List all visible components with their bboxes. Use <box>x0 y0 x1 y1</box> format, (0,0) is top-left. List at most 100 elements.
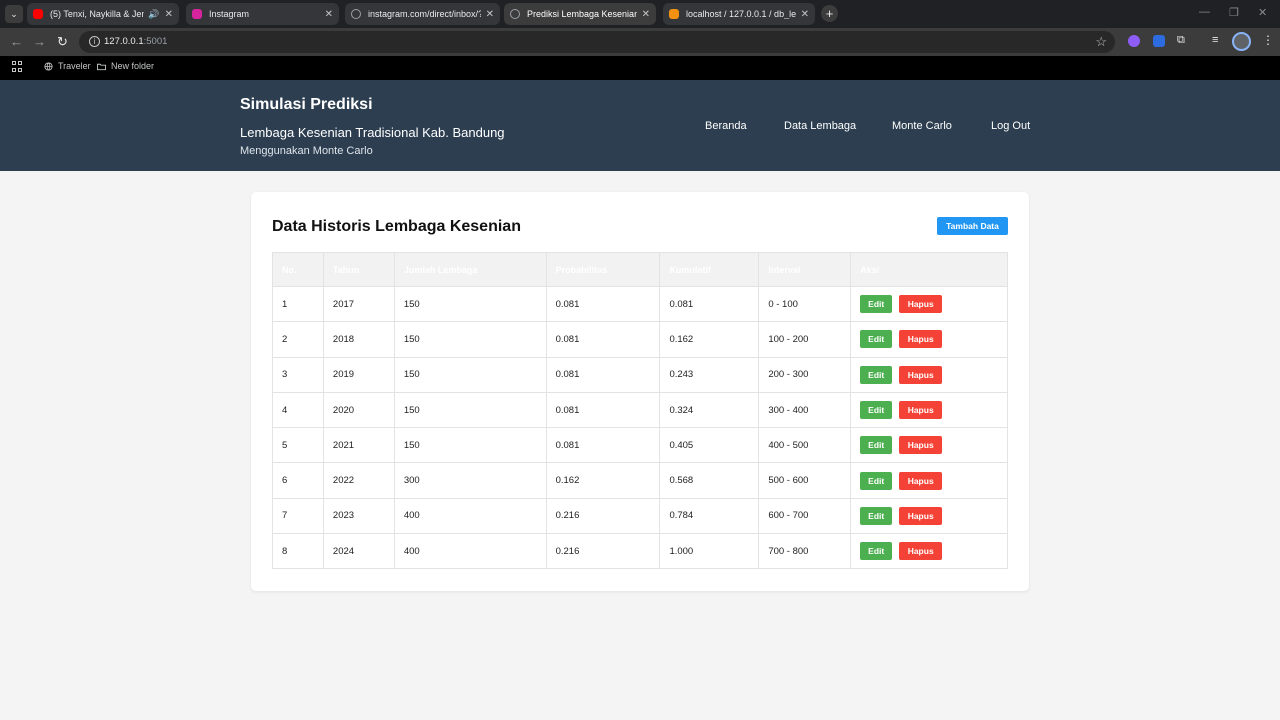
extension-shield-icon[interactable] <box>1153 35 1165 47</box>
edit-button[interactable]: Edit <box>860 542 893 561</box>
action-cell: Edit Hapus <box>850 356 1008 393</box>
phpmyadmin-icon <box>669 9 679 19</box>
browser-tab[interactable]: Prediksi Lembaga Kesenian Trad ✕ <box>504 3 656 25</box>
bookmarks-bar: Traveler New folder <box>0 56 1280 80</box>
delete-button[interactable]: Hapus <box>899 295 943 314</box>
table-cell: 300 - 400 <box>758 391 852 429</box>
tab-title: Prediksi Lembaga Kesenian Trad <box>527 9 637 19</box>
delete-button[interactable]: Hapus <box>899 436 943 455</box>
table-cell: 2021 <box>322 427 395 464</box>
table-cell: 2017 <box>322 285 395 323</box>
extensions-puzzle-icon[interactable]: ⧉ <box>1177 34 1185 47</box>
browser-tab[interactable]: (5) Tenxi, Naykilla & Jemsii 🔊 ✕ <box>27 3 179 25</box>
nav-beranda[interactable]: Beranda <box>705 120 747 132</box>
globe-icon <box>351 9 361 19</box>
forward-icon[interactable]: → <box>33 34 46 50</box>
site-header: Simulasi Prediksi Lembaga Kesenian Tradi… <box>0 80 1280 171</box>
table-row: 1 2017 150 0.081 0.081 0 - 100 Edit Hapus <box>272 285 1008 323</box>
reload-icon[interactable]: ↻ <box>57 34 68 50</box>
instagram-icon <box>192 9 202 19</box>
column-header: Aksi <box>850 252 1008 287</box>
delete-button[interactable]: Hapus <box>899 365 943 384</box>
nav-monte-carlo[interactable]: Monte Carlo <box>892 120 952 132</box>
new-tab-button[interactable]: + <box>821 5 838 22</box>
tab-title: Instagram <box>209 9 250 19</box>
url-port: :5001 <box>143 36 168 47</box>
back-icon[interactable]: ← <box>10 34 23 50</box>
nav-data-lembaga[interactable]: Data Lembaga <box>784 120 856 132</box>
tab-audio-icon[interactable]: 🔊 <box>148 9 159 20</box>
extension-gear-icon[interactable] <box>1128 35 1140 47</box>
table-row: 6 2022 300 0.162 0.568 500 - 600 Edit Hapus <box>272 462 1008 499</box>
table-cell: 500 - 600 <box>758 462 852 499</box>
edit-button[interactable]: Edit <box>860 506 893 525</box>
table-cell: 2022 <box>322 462 395 499</box>
edit-button[interactable]: Edit <box>860 471 893 490</box>
address-url: 127.0.0.1:5001 <box>104 36 167 47</box>
close-window-icon[interactable]: ✕ <box>1258 6 1267 19</box>
table-cell: 0.568 <box>659 462 760 499</box>
edit-button[interactable]: Edit <box>860 365 893 384</box>
bookmark-star-icon[interactable]: ☆ <box>1095 34 1107 50</box>
add-data-button[interactable]: Tambah Data <box>937 217 1008 235</box>
history-table: No. Tahun Jumlah Lembaga Probabilitas Kumula… <box>272 252 1008 570</box>
tab-close-icon[interactable]: ✕ <box>642 9 650 20</box>
delete-button[interactable]: Hapus <box>899 471 943 490</box>
bookmark-traveler[interactable]: Traveler <box>44 61 91 71</box>
table-cell: 0.081 <box>545 427 661 464</box>
bookmark-new-folder[interactable]: New folder <box>97 61 154 71</box>
table-cell: 0 - 100 <box>758 285 852 323</box>
table-cell: 4 <box>272 391 324 429</box>
tab-close-icon[interactable]: ✕ <box>165 9 173 20</box>
tab-close-icon[interactable]: ✕ <box>325 9 333 20</box>
table-cell: 1 <box>272 285 324 323</box>
delete-button[interactable]: Hapus <box>899 506 943 525</box>
tab-search-chevron-icon[interactable]: ⌄ <box>5 5 23 23</box>
edit-button[interactable]: Edit <box>860 295 893 314</box>
column-header: Kumulatif <box>659 252 760 287</box>
data-card: Data Historis Lembaga Kesenian Tambah Da… <box>251 192 1029 591</box>
edit-button[interactable]: Edit <box>860 436 893 455</box>
column-header: Probabilitas <box>545 252 661 287</box>
delete-button[interactable]: Hapus <box>899 330 943 349</box>
minimize-icon[interactable]: — <box>1199 6 1210 18</box>
reading-list-icon[interactable]: ≡ <box>1212 34 1218 46</box>
delete-button[interactable]: Hapus <box>899 401 943 420</box>
edit-button[interactable]: Edit <box>860 401 893 420</box>
table-cell: 400 <box>393 533 547 570</box>
table-body: 1 2017 150 0.081 0.081 0 - 100 Edit Hapus 2 2018 1… <box>272 285 1008 570</box>
tab-close-icon[interactable]: ✕ <box>486 9 494 20</box>
table-cell: 3 <box>272 356 324 393</box>
page-title: Data Historis Lembaga Kesenian <box>272 218 521 235</box>
table-cell: 6 <box>272 462 324 499</box>
table-cell: 8 <box>272 533 324 570</box>
browser-tab[interactable]: instagram.com/direct/inbox/?u ✕ <box>345 3 500 25</box>
apps-grid-icon[interactable] <box>12 61 23 72</box>
tab-title: instagram.com/direct/inbox/?u <box>368 9 481 19</box>
delete-button[interactable]: Hapus <box>899 542 943 561</box>
action-cell: Edit Hapus <box>850 462 1008 499</box>
table-cell: 100 - 200 <box>758 321 852 358</box>
nav-log-out[interactable]: Log Out <box>991 120 1030 132</box>
browser-tab[interactable]: localhost / 127.0.0.1 / db_lemba ✕ <box>663 3 815 25</box>
tab-close-icon[interactable]: ✕ <box>801 9 809 20</box>
table-cell: 0.081 <box>545 321 661 358</box>
table-cell: 0.324 <box>659 391 760 429</box>
site-info-icon[interactable]: i <box>89 36 100 47</box>
restore-icon[interactable]: ❐ <box>1229 6 1239 19</box>
folder-icon <box>97 63 106 70</box>
edit-button[interactable]: Edit <box>860 330 893 349</box>
table-cell: 2019 <box>322 356 395 393</box>
table-cell: 300 <box>393 462 547 499</box>
table-cell: 2024 <box>322 533 395 570</box>
tab-title: localhost / 127.0.0.1 / db_lemba <box>686 9 796 19</box>
browser-tab[interactable]: Instagram ✕ <box>186 3 339 25</box>
brand-subtitle: Lembaga Kesenian Tradisional Kab. Bandun… <box>240 125 505 140</box>
address-bar[interactable]: i 127.0.0.1:5001 ☆ <box>79 31 1115 53</box>
table-cell: 700 - 800 <box>758 533 852 570</box>
table-cell: 150 <box>393 356 547 393</box>
browser-menu-icon[interactable]: ⋮ <box>1262 33 1274 47</box>
table-header-row: No. Tahun Jumlah Lembaga Probabilitas Kumula… <box>272 252 1008 287</box>
profile-avatar[interactable] <box>1232 32 1251 51</box>
table-cell: 200 - 300 <box>758 356 852 393</box>
